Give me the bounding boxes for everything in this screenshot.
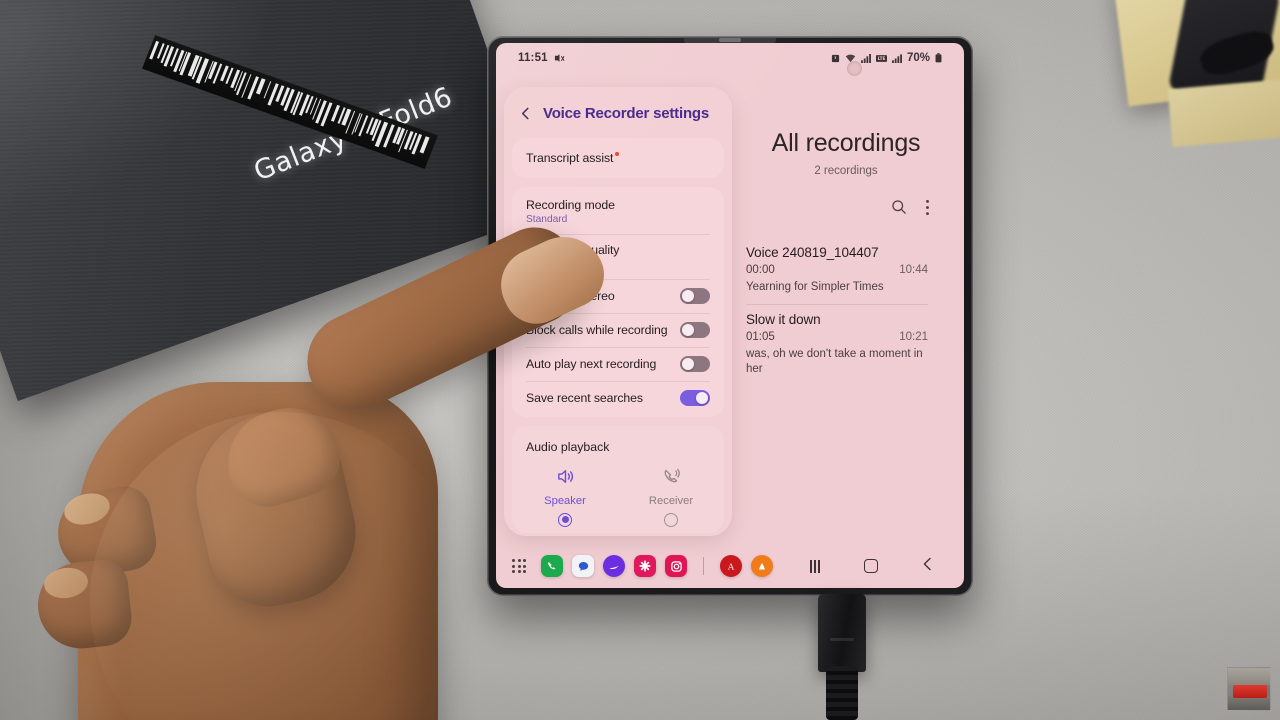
battery-icon bbox=[935, 53, 942, 63]
toggle-knob bbox=[682, 324, 694, 336]
watermark-red-key bbox=[1233, 685, 1267, 698]
signal-icon bbox=[861, 54, 871, 63]
recordings-toolbar bbox=[728, 177, 964, 221]
alarm-icon bbox=[831, 54, 840, 63]
status-time: 11:51 bbox=[518, 52, 548, 64]
transcript-assist-card: Transcript assist bbox=[512, 138, 724, 178]
usb-c-cable-head bbox=[818, 594, 866, 672]
recents-icon[interactable] bbox=[810, 560, 820, 573]
audio-option-receiver[interactable]: Receiver bbox=[618, 456, 724, 531]
recording-name: Voice 240819_104407 bbox=[746, 245, 928, 260]
auto-play-toggle[interactable] bbox=[680, 356, 710, 372]
taskbar-divider bbox=[703, 557, 704, 575]
recording-duration: 00:00 bbox=[746, 264, 775, 276]
recording-meta: 00:00 10:44 bbox=[746, 264, 928, 276]
status-bar-right: LTE 70% bbox=[831, 52, 942, 64]
settings-row-label: Recording mode bbox=[526, 198, 615, 212]
audio-option-label: Receiver bbox=[618, 495, 724, 507]
svg-text:LTE: LTE bbox=[878, 56, 886, 61]
signal2-icon bbox=[892, 54, 902, 63]
settings-row-transcript-assist[interactable]: Transcript assist bbox=[512, 140, 724, 176]
chevron-left-icon[interactable] bbox=[518, 106, 533, 121]
block-calls-toggle[interactable] bbox=[680, 322, 710, 338]
recording-name: Slow it down bbox=[746, 312, 928, 327]
battery-percent-label: 70% bbox=[907, 52, 930, 64]
toggle-knob bbox=[682, 290, 694, 302]
channel-watermark bbox=[1227, 667, 1271, 711]
watermark-top bbox=[1228, 668, 1271, 685]
toggle-knob bbox=[682, 358, 694, 370]
list-item[interactable]: Voice 240819_104407 00:00 10:44 Yearning… bbox=[728, 237, 964, 304]
lte-icon: LTE bbox=[876, 54, 887, 63]
watermark-bottom bbox=[1228, 696, 1271, 710]
more-vertical-icon[interactable] bbox=[925, 199, 930, 221]
recording-time: 10:21 bbox=[899, 331, 928, 343]
recordings-title: All recordings bbox=[728, 129, 964, 158]
recording-time: 10:44 bbox=[899, 264, 928, 276]
svg-text:A: A bbox=[727, 562, 735, 572]
page-title: Voice Recorder settings bbox=[543, 105, 709, 122]
instagram-app[interactable] bbox=[665, 555, 687, 577]
wood-object-lower bbox=[1168, 79, 1280, 147]
toggle-knob bbox=[696, 392, 708, 404]
back-chevron-icon[interactable] bbox=[922, 557, 932, 576]
recording-snippet: Yearning for Simpler Times bbox=[746, 280, 928, 294]
navigation-buttons bbox=[810, 557, 950, 576]
recordings-count: 2 recordings bbox=[728, 165, 964, 177]
samsung-internet-app[interactable] bbox=[603, 555, 625, 577]
acrobat-app[interactable]: A bbox=[720, 555, 742, 577]
home-icon[interactable] bbox=[864, 559, 878, 573]
dnd-icon bbox=[554, 53, 565, 64]
phone-receiver-icon bbox=[618, 464, 724, 488]
all-recordings-pane: All recordings 2 recordings Voice 240819… bbox=[728, 73, 964, 544]
user-hand bbox=[30, 232, 590, 720]
wifi-icon bbox=[845, 54, 856, 63]
recording-meta: 01:05 10:21 bbox=[746, 331, 928, 343]
status-bar-left: 11:51 bbox=[518, 52, 565, 64]
vlc-app[interactable] bbox=[751, 555, 773, 577]
settings-header: Voice Recorder settings bbox=[504, 87, 732, 134]
status-bar: 11:51 LTE 70% bbox=[496, 43, 964, 73]
list-item[interactable]: Slow it down 01:05 10:21 was, oh we don'… bbox=[728, 304, 964, 386]
record-in-stereo-toggle[interactable] bbox=[680, 288, 710, 304]
search-icon[interactable] bbox=[891, 199, 907, 221]
settings-row-label: Transcript assist bbox=[526, 151, 613, 165]
settings-row-sublabel: Standard bbox=[526, 214, 615, 225]
usb-c-cable-boot bbox=[826, 666, 858, 720]
recording-snippet: was, oh we don't take a moment in her bbox=[746, 347, 928, 376]
save-recent-searches-toggle[interactable] bbox=[680, 390, 710, 406]
new-badge-dot bbox=[615, 152, 619, 156]
audio-option-radio[interactable] bbox=[664, 513, 678, 527]
photo-editor-app[interactable] bbox=[634, 555, 656, 577]
recordings-list: Voice 240819_104407 00:00 10:44 Yearning… bbox=[728, 237, 964, 386]
recording-duration: 01:05 bbox=[746, 331, 775, 343]
